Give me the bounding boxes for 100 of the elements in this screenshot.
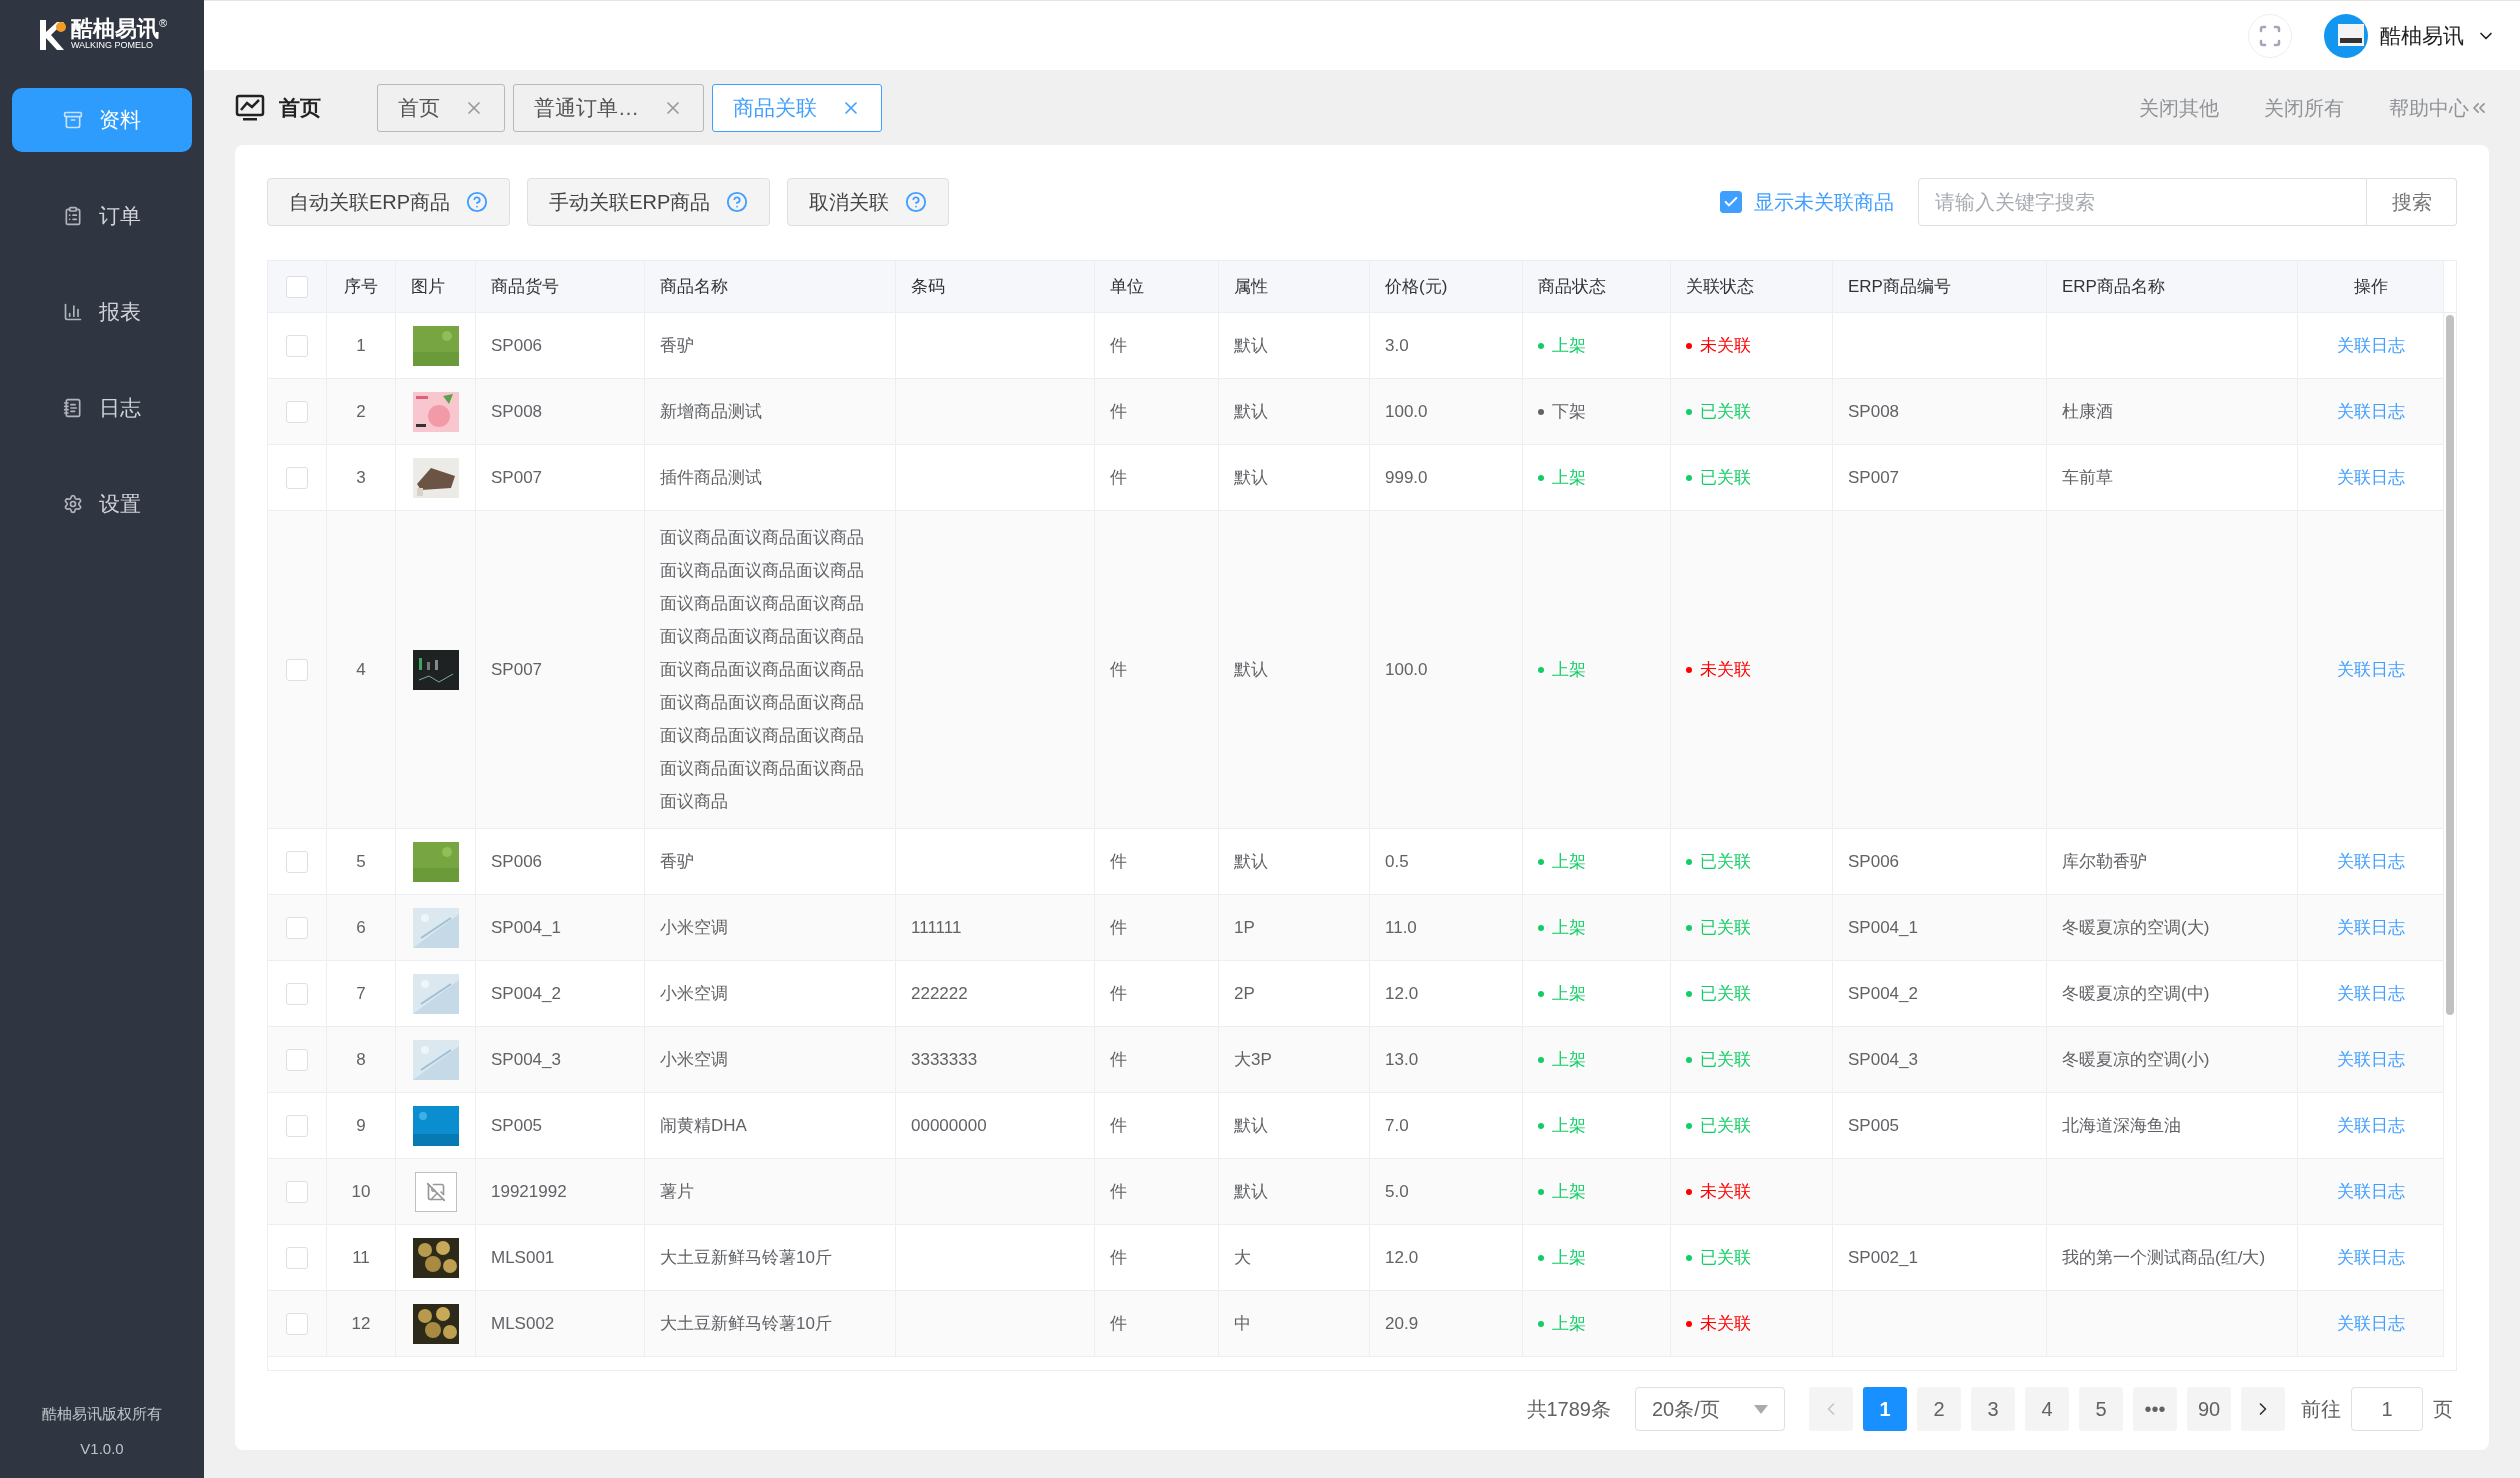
tab[interactable]: 商品关联 (712, 83, 882, 132)
goto-label: 前往 (2301, 1397, 2341, 1422)
toolbar-button[interactable]: 取消关联 (787, 178, 950, 226)
bar-chart-icon (63, 302, 83, 322)
log-link[interactable]: 关联日志 (2336, 1046, 2405, 1073)
table-cell-text: 冬暖夏凉的空调(大) (2062, 916, 2210, 939)
table-cell-text: 大3P (1234, 1048, 1272, 1071)
column-header: 属性 (1234, 275, 1268, 298)
registered-mark: ® (158, 18, 168, 30)
page-button[interactable]: 1 (1863, 1387, 1907, 1431)
table-cell-text: 7 (356, 982, 366, 1005)
nav-item[interactable]: 资料 (12, 88, 192, 152)
log-link[interactable]: 关联日志 (2336, 1244, 2405, 1271)
column-header: 商品货号 (491, 275, 559, 298)
table-cell-text: SP004_2 (1848, 982, 1918, 1005)
tab[interactable]: 首页 (377, 83, 505, 132)
page-size-select[interactable]: 20条/页 (1635, 1387, 1785, 1431)
status-text: 上架 (1552, 466, 1586, 489)
table-cell-text: 默认 (1234, 1180, 1268, 1203)
page-button[interactable]: 2 (1917, 1387, 1961, 1431)
table-cell-text: 件 (1110, 400, 1127, 423)
search-field[interactable]: 请输入关键字搜索 (1918, 178, 2367, 226)
log-link[interactable]: 关联日志 (2336, 1310, 2405, 1337)
table-cell-text: 默认 (1234, 1114, 1268, 1137)
status-text: 上架 (1552, 1312, 1586, 1335)
table-cell-text: 默认 (1234, 400, 1268, 423)
table-cell-text: SP004_3 (491, 1048, 561, 1071)
status-text: 上架 (1552, 658, 1586, 681)
table-cell-text: 大土豆新鲜马铃薯10斤 (660, 1313, 833, 1335)
table-cell-text: 2P (1234, 982, 1255, 1005)
table-cell-text: 00000000 (911, 1114, 987, 1137)
table-cell-text: 1 (356, 334, 366, 357)
table-cell-text: 件 (1110, 916, 1127, 939)
status-text: 上架 (1552, 1114, 1586, 1137)
table-cell-text: 1P (1234, 916, 1255, 939)
log-link[interactable]: 关联日志 (2336, 656, 2405, 683)
user-menu[interactable]: 酷柚易讯 (2380, 19, 2496, 52)
table-cell-text: 4 (356, 658, 366, 681)
log-link[interactable]: 关联日志 (2336, 1178, 2405, 1205)
table-cell-text: 222222 (911, 982, 968, 1005)
table-cell-text: MLS001 (491, 1246, 555, 1269)
status-text: 已关联 (1700, 850, 1751, 873)
prev-page-button[interactable] (1809, 1387, 1853, 1431)
status-text: 上架 (1552, 916, 1586, 939)
table-cell-text: 冬暖夏凉的空调(中) (2062, 982, 2210, 1005)
table-cell-text: 我的第一个测试商品(红/大) (2062, 1246, 2266, 1269)
page-button[interactable]: 3 (1971, 1387, 2015, 1431)
tab-action-link[interactable]: 关闭所有 (2264, 92, 2344, 123)
page-button[interactable]: 5 (2079, 1387, 2123, 1431)
help-icon (726, 191, 749, 213)
column-header: 单位 (1110, 275, 1144, 298)
table-cell-text: 插件商品测试 (660, 467, 763, 489)
table-cell-text: 3333333 (911, 1048, 978, 1071)
toolbar-button[interactable]: 手动关联ERP商品 (527, 178, 771, 226)
log-link[interactable]: 关联日志 (2336, 332, 2405, 359)
scrollbar-thumb[interactable] (2446, 315, 2454, 1015)
status-text: 未关联 (1700, 1312, 1751, 1335)
notebook-icon (63, 398, 83, 418)
table-cell-text: 小米空调 (660, 1049, 729, 1071)
next-page-button[interactable] (2241, 1387, 2285, 1431)
page-button[interactable]: 90 (2187, 1387, 2231, 1431)
table-cell-text: SP004_1 (491, 916, 561, 939)
tab-action-link[interactable]: 关闭其他 (2139, 92, 2219, 123)
copyright-text: 酷柚易讯版权所有 (42, 1404, 162, 1424)
page-button[interactable]: 4 (2025, 1387, 2069, 1431)
tab-action-link[interactable]: 帮助中心 (2389, 92, 2469, 123)
log-link[interactable]: 关联日志 (2336, 914, 2405, 941)
toolbar-button[interactable]: 自动关联ERP商品 (267, 178, 511, 226)
tab[interactable]: 普通订单… (513, 83, 704, 132)
nav-item[interactable]: 报表 (12, 280, 192, 344)
goto-page-field[interactable]: 1 (2351, 1387, 2423, 1431)
status-text: 已关联 (1700, 1114, 1751, 1137)
status-text: 未关联 (1700, 1180, 1751, 1203)
column-header: 商品状态 (1538, 275, 1606, 298)
log-link[interactable]: 关联日志 (2336, 464, 2405, 491)
checkbox[interactable] (1720, 191, 1742, 213)
broken-image-icon (414, 1171, 457, 1212)
table-cell-text: 默认 (1234, 334, 1268, 357)
table-cell-text: SP006 (491, 334, 543, 357)
table-cell-text: 10 (351, 1180, 371, 1203)
settings-icon (63, 494, 83, 514)
logo-text: 酷柚易讯 (70, 18, 159, 41)
status-text: 已关联 (1700, 916, 1751, 939)
table-cell-text: SP008 (1848, 400, 1900, 423)
search-button[interactable]: 搜索 (2367, 178, 2457, 226)
nav-item[interactable]: 设置 (12, 472, 192, 536)
nav-item[interactable]: 日志 (12, 376, 192, 440)
filter-checkbox[interactable]: 显示未关联商品 (1720, 187, 1894, 217)
total-count: 共1789条 (1526, 1397, 1611, 1422)
version-text: V1.0.0 (80, 1438, 124, 1459)
table-cell-text: 大 (1234, 1246, 1251, 1269)
log-link[interactable]: 关联日志 (2336, 1112, 2405, 1139)
status-text: 已关联 (1700, 1048, 1751, 1071)
nav-item[interactable]: 订单 (12, 184, 192, 248)
log-link[interactable]: 关联日志 (2336, 848, 2405, 875)
log-link[interactable]: 关联日志 (2336, 398, 2405, 425)
page-button[interactable]: ••• (2133, 1387, 2177, 1431)
log-link[interactable]: 关联日志 (2336, 980, 2405, 1007)
status-text: 上架 (1552, 1180, 1586, 1203)
page-title: 首页 (279, 94, 321, 121)
